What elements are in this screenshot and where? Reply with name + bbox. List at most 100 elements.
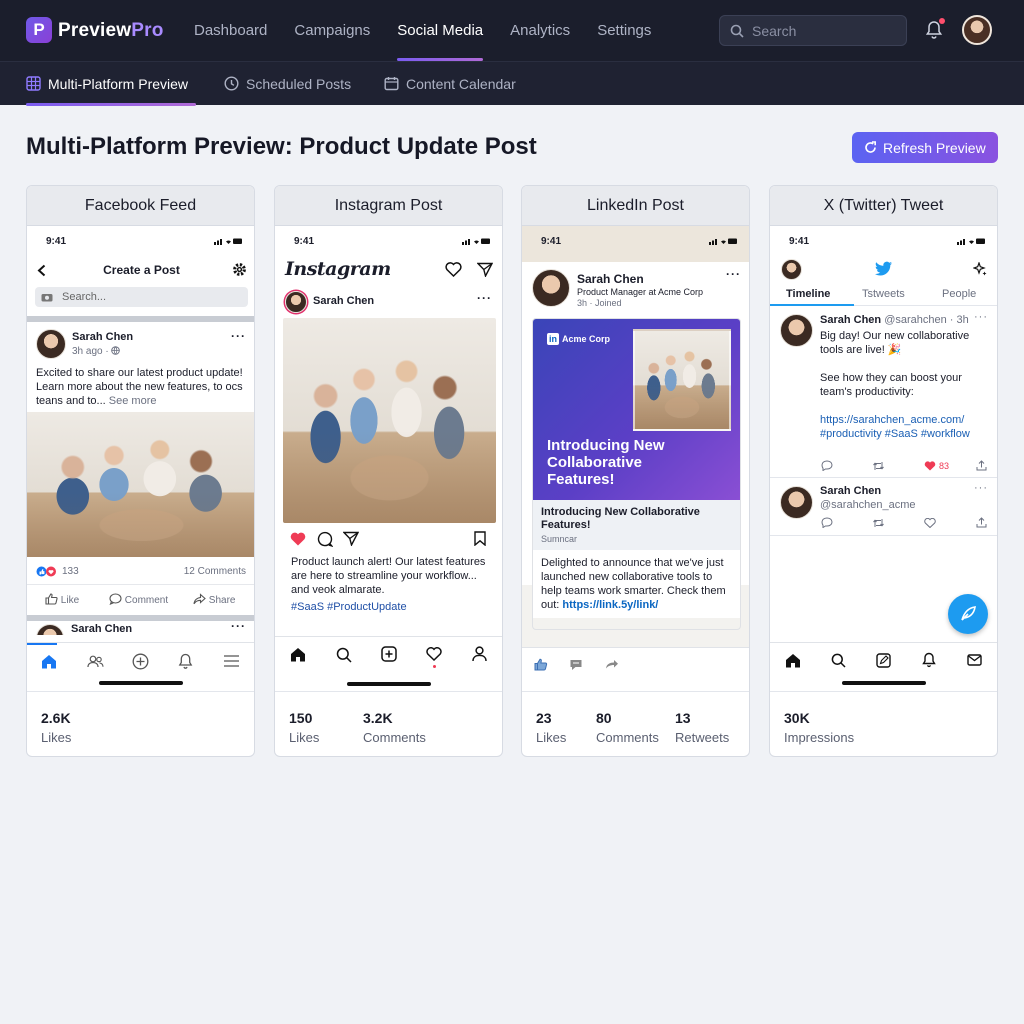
ig-hashtags[interactable]: #SaaS #ProductUpdate (275, 597, 502, 613)
like-button[interactable]: Like (45, 593, 79, 606)
notification-bell-icon[interactable] (178, 653, 193, 670)
li-link-preview[interactable]: Introducing New Collaborative Features! … (533, 500, 740, 550)
more-options-icon[interactable]: ··· (231, 329, 246, 343)
nav-analytics[interactable]: Analytics (510, 0, 570, 61)
author-avatar[interactable] (532, 269, 570, 307)
compose-icon[interactable] (876, 653, 891, 668)
ig-post-image[interactable] (283, 318, 496, 523)
twitter-bird-icon[interactable] (875, 261, 893, 276)
li-shared-card[interactable]: in Acme Corp Introducing New Collaborativ… (532, 318, 741, 630)
retweet-icon[interactable] (872, 518, 885, 528)
tab-people[interactable]: People (942, 288, 976, 300)
author-avatar[interactable] (36, 624, 64, 635)
direct-message-icon[interactable] (477, 262, 493, 277)
reply-icon[interactable] (821, 460, 833, 471)
activity-dot (433, 665, 436, 668)
author-avatar[interactable] (780, 486, 813, 519)
app-name[interactable]: PreviewPro (58, 20, 164, 42)
heart-icon[interactable] (445, 262, 462, 277)
stat-value: 23 (536, 710, 552, 726)
activity-heart-icon[interactable] (426, 647, 442, 661)
home-icon[interactable] (290, 647, 306, 662)
comment-icon[interactable] (569, 659, 583, 671)
add-post-icon[interactable] (132, 653, 149, 670)
user-avatar[interactable] (781, 259, 802, 280)
profile-icon[interactable] (472, 646, 487, 662)
share-icon (193, 593, 206, 605)
menu-icon[interactable] (224, 655, 239, 667)
friends-icon[interactable] (87, 655, 104, 668)
more-options-icon[interactable]: ··· (974, 482, 988, 494)
card-title: LinkedIn Post (522, 186, 749, 226)
search-icon[interactable] (831, 653, 846, 668)
home-icon[interactable] (41, 654, 57, 669)
like-heart-icon[interactable] (924, 518, 936, 528)
sparkle-icon[interactable] (973, 262, 987, 276)
card-title: X (Twitter) Tweet (770, 186, 997, 226)
new-post-icon[interactable] (381, 646, 397, 662)
notification-bell-icon[interactable] (922, 652, 936, 668)
compose-tweet-button[interactable] (948, 594, 988, 634)
instagram-stats: 150 Likes 3.2K Comments (275, 691, 502, 756)
like-heart-icon[interactable] (290, 532, 306, 546)
author-avatar[interactable] (780, 314, 813, 347)
author-name[interactable]: Sarah Chen (71, 623, 132, 635)
like-icon[interactable] (534, 658, 548, 671)
author-name[interactable]: Sarah Chen (820, 485, 881, 497)
tweet-link[interactable]: https://sarahchen_acme.com/ #productivit… (820, 413, 985, 441)
li-post-link[interactable]: https://link.5y/link/ (562, 599, 658, 611)
stat-comments: 80 Comments (582, 692, 668, 756)
home-icon[interactable] (785, 653, 801, 668)
more-options-icon[interactable]: ··· (974, 311, 988, 323)
share-icon[interactable] (976, 517, 987, 528)
instagram-logo[interactable]: Instagram (285, 258, 391, 280)
more-options-icon[interactable]: ··· (477, 291, 492, 305)
comment-icon[interactable] (317, 531, 333, 547)
reply-icon[interactable] (821, 517, 833, 528)
tab-retweets[interactable]: Tstweets (862, 288, 905, 300)
globe-icon (111, 346, 121, 355)
app-logo[interactable]: P (26, 17, 52, 43)
nav-dashboard[interactable]: Dashboard (194, 0, 267, 61)
repost-icon[interactable] (605, 659, 619, 670)
share-button[interactable]: Share (193, 593, 235, 606)
banner-headline: Introducing New Collaborative Features! (547, 437, 665, 488)
mail-icon[interactable] (967, 654, 982, 666)
tweet-2[interactable]: Sarah Chen @sarahchen_acme ··· (770, 478, 997, 536)
search-box[interactable] (719, 15, 907, 46)
share-icon[interactable] (343, 531, 359, 546)
comment-count[interactable]: 12 Comments (184, 566, 246, 577)
author-avatar[interactable] (36, 329, 66, 359)
tab-timeline[interactable]: Timeline (786, 288, 830, 300)
tab-content-calendar[interactable]: Content Calendar (384, 62, 524, 106)
fb-search-bar[interactable]: Search... (35, 287, 248, 307)
reaction-count[interactable]: 133 (62, 566, 79, 577)
comment-button[interactable]: Comment (109, 593, 168, 606)
author-avatar[interactable] (285, 291, 307, 313)
refresh-preview-button[interactable]: Refresh Preview (852, 132, 998, 163)
stat-label: Comments (363, 730, 426, 745)
see-more-link[interactable]: See more (109, 395, 157, 407)
search-input[interactable] (752, 21, 900, 41)
tab-multi-platform-preview[interactable]: Multi-Platform Preview (26, 62, 196, 106)
author-name[interactable]: Sarah Chen (313, 295, 374, 307)
retweet-icon[interactable] (872, 461, 885, 471)
nav-social-media[interactable]: Social Media (397, 0, 483, 61)
share-icon[interactable] (976, 460, 987, 471)
author-name[interactable]: Sarah Chen (577, 272, 644, 286)
nav-settings[interactable]: Settings (597, 0, 651, 61)
author-name[interactable]: Sarah Chen (820, 314, 881, 326)
search-icon[interactable] (336, 647, 352, 663)
more-options-icon[interactable]: ··· (231, 621, 246, 633)
like-heart-icon[interactable] (924, 461, 936, 471)
tab-scheduled-posts[interactable]: Scheduled Posts (224, 62, 359, 106)
post-meta: 3h · Joined (577, 298, 622, 308)
settings-gear-icon[interactable] (232, 262, 247, 277)
tweet-1[interactable]: Sarah Chen @sarahchen · 3h ··· Big day! … (770, 306, 997, 478)
author-name[interactable]: Sarah Chen (72, 331, 133, 343)
user-avatar[interactable] (962, 15, 992, 45)
more-options-icon[interactable]: ··· (726, 267, 741, 281)
fb-post-image[interactable] (27, 412, 254, 557)
bookmark-icon[interactable] (474, 531, 486, 546)
nav-campaigns[interactable]: Campaigns (294, 0, 370, 61)
